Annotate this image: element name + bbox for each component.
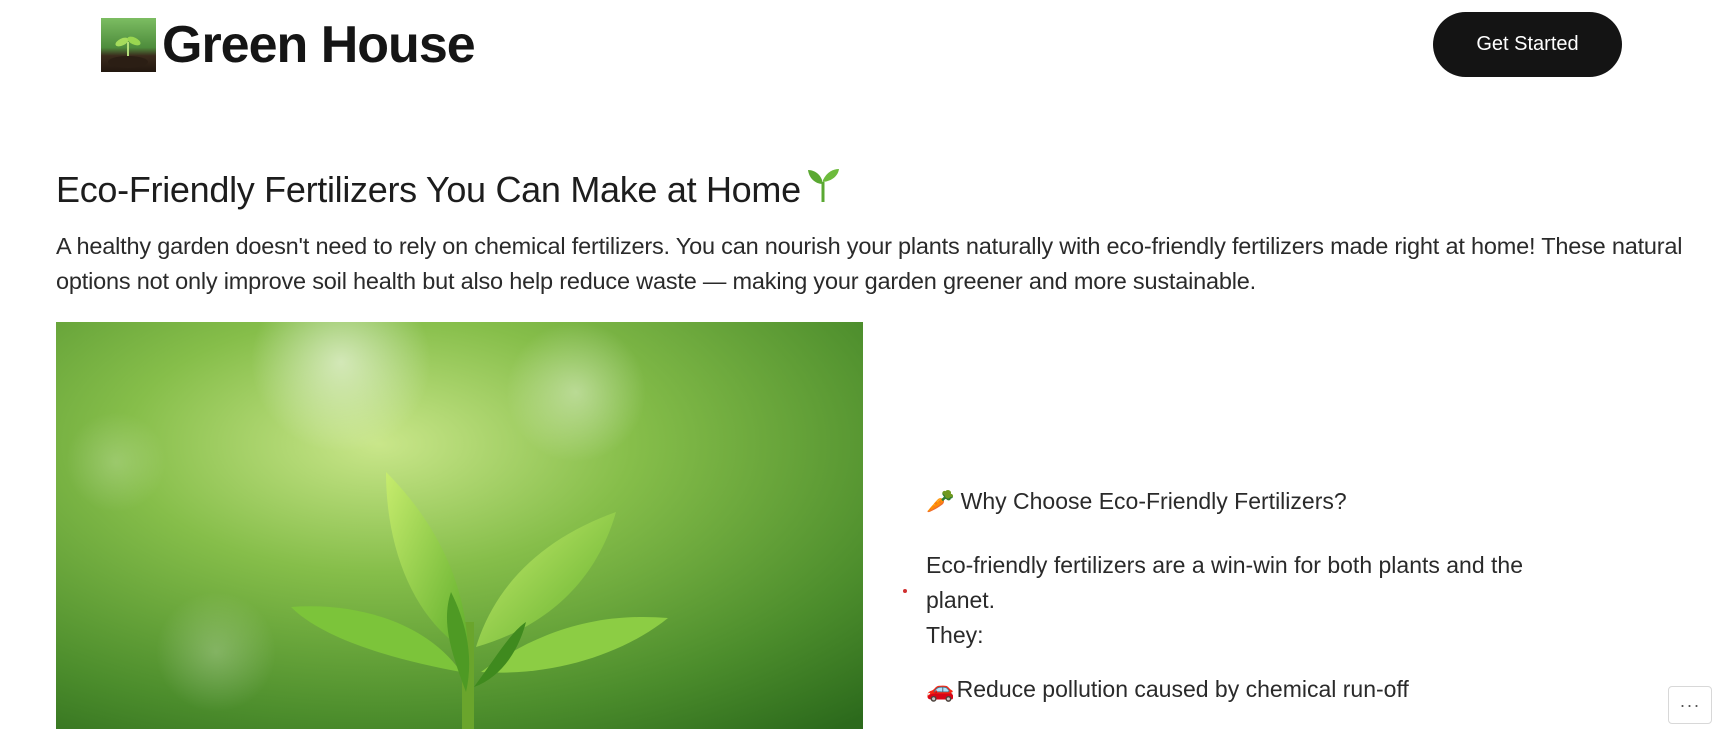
why-paragraph-line1: Eco-friendly fertilizers are a win-win f… <box>926 552 1524 613</box>
brand[interactable]: Green House <box>101 16 476 74</box>
more-options-button[interactable]: ··· <box>1668 686 1712 724</box>
why-paragraph-line2: They: <box>926 622 984 648</box>
car-icon: 🚗 <box>926 676 955 702</box>
brand-name: Green House <box>162 16 476 74</box>
why-heading-text: Why Choose Eco-Friendly Fertilizers? <box>960 488 1347 514</box>
sprout-icon <box>805 166 841 213</box>
page: Green House Get Started Eco-Friendly Fer… <box>0 0 1716 729</box>
get-started-button[interactable]: Get Started <box>1433 12 1622 77</box>
article-title-text: Eco-Friendly Fertilizers You Can Make at… <box>56 168 801 210</box>
carrot-icon: 🥕 <box>926 488 955 514</box>
list-bullet <box>903 589 907 593</box>
logo-sprout-icon <box>101 18 156 72</box>
hero-plant-image <box>56 322 863 729</box>
why-heading: 🥕 Why Choose Eco-Friendly Fertilizers? <box>926 488 1626 515</box>
list-item: 🚗 Reduce pollution caused by chemical ru… <box>926 676 1409 703</box>
article-title: Eco-Friendly Fertilizers You Can Make at… <box>56 166 841 213</box>
why-section: 🥕 Why Choose Eco-Friendly Fertilizers? E… <box>903 488 1626 702</box>
list-item-text: Reduce pollution caused by chemical run-… <box>956 676 1409 702</box>
why-paragraph: Eco-friendly fertilizers are a win-win f… <box>926 548 1566 653</box>
article-intro: A healthy garden doesn't need to rely on… <box>56 233 1683 294</box>
